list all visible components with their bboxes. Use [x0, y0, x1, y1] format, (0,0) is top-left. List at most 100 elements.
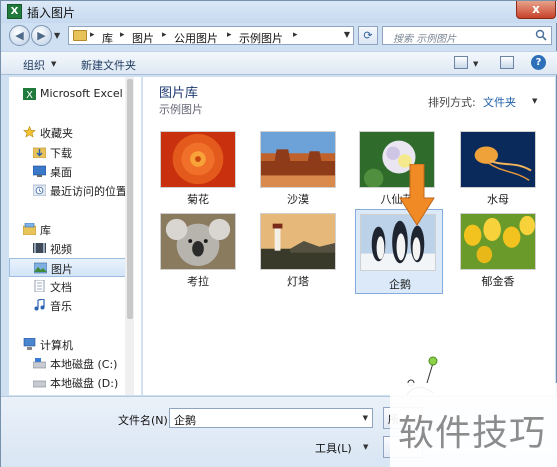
excel-icon: X	[23, 88, 36, 100]
music-icon	[34, 299, 45, 311]
folder-icon	[73, 30, 87, 41]
thumbnail-caption: 企鹅	[389, 278, 411, 291]
filename-value: 企鹅	[174, 414, 196, 427]
nav-item-downloads[interactable]: 下载	[9, 143, 127, 162]
nav-item-label: 下载	[50, 147, 72, 160]
tools-dropdown-icon[interactable]: ▼	[363, 443, 368, 451]
nav-item-label: 本地磁盘 (C:)	[50, 358, 118, 371]
drive-icon	[33, 358, 46, 369]
breadcrumb-item[interactable]: 库	[102, 30, 113, 46]
nav-item-recent-places[interactable]: 最近访问的位置	[9, 181, 127, 200]
thumbnail-caption: 灯塔	[287, 275, 309, 288]
organize-dropdown-icon[interactable]: ▼	[51, 60, 56, 68]
nav-item-label: 桌面	[50, 166, 72, 179]
library-title: 图片库	[159, 86, 199, 101]
thumbnail-tulips[interactable]: 郁金香	[458, 211, 538, 291]
close-button[interactable]: x	[516, 1, 556, 19]
breadcrumb[interactable]: ▸ 库 ▸ 图片 ▸ 公用图片 ▸ 示例图片 ▸ ▼	[68, 26, 354, 45]
window-title: 插入图片	[27, 6, 76, 20]
nav-item-label: 最近访问的位置	[50, 185, 127, 198]
tools-button[interactable]: 工具(L)	[315, 440, 352, 456]
refresh-button[interactable]: ⟳	[358, 26, 378, 45]
breadcrumb-separator-icon[interactable]: ▸	[120, 30, 125, 40]
view-dropdown-icon[interactable]: ▼	[473, 60, 478, 68]
search-input[interactable]: 搜索 示例图片	[382, 26, 552, 45]
nav-item-microsoft-excel[interactable]: X Microsoft Excel	[9, 85, 127, 104]
thumbnail-chrysanthemum[interactable]: 菊花	[158, 129, 238, 209]
library-subtitle: 示例图片	[159, 103, 203, 116]
thumbnail-koala[interactable]: 考拉	[158, 211, 238, 291]
back-button[interactable]: ◀	[9, 25, 30, 46]
address-row: ◀ ▶ ▼ ▸ 库 ▸ 图片 ▸ 公用图片 ▸ 示例图片 ▸ ▼ ⟳ 搜索 示例…	[1, 23, 557, 47]
arrange-dropdown-icon[interactable]: ▼	[532, 97, 537, 105]
tulips-image	[460, 213, 536, 270]
breadcrumb-separator-icon[interactable]: ▸	[227, 30, 232, 40]
thumbnail-caption: 水母	[487, 193, 509, 206]
breadcrumb-separator-icon[interactable]: ▸	[162, 30, 167, 40]
nav-item-desktop[interactable]: 桌面	[9, 162, 127, 181]
arrange-by-dropdown[interactable]: 文件夹	[483, 94, 516, 110]
breadcrumb-item[interactable]: 图片	[132, 30, 154, 46]
lighthouse-image	[260, 213, 336, 270]
desert-image	[260, 131, 336, 188]
svg-text:X: X	[26, 90, 33, 100]
computer-icon	[23, 338, 36, 350]
thumbnail-desert[interactable]: 沙漠	[258, 129, 338, 209]
thumbnail-caption: 郁金香	[481, 275, 515, 288]
picture-icon	[34, 262, 47, 274]
nav-item-label: 库	[40, 224, 51, 237]
chrysanthemum-image	[160, 131, 236, 188]
help-icon[interactable]: ?	[531, 55, 546, 70]
desktop-icon	[33, 165, 46, 177]
nav-item-local-disk-c[interactable]: 本地磁盘 (C:)	[9, 354, 127, 373]
filename-field[interactable]: 企鹅 ▼	[169, 408, 373, 428]
new-folder-button[interactable]: 新建文件夹	[81, 57, 136, 73]
thumbnail-caption: 考拉	[187, 275, 209, 288]
address-dropdown-icon[interactable]: ▼	[344, 30, 350, 39]
library-icon	[23, 223, 36, 235]
nav-item-computer[interactable]: 计算机	[9, 335, 127, 354]
filename-dropdown-icon[interactable]: ▼	[363, 414, 368, 422]
nav-item-libraries[interactable]: 库	[9, 220, 127, 239]
recent-places-icon	[33, 184, 46, 196]
jellyfish-image	[460, 131, 536, 188]
download-folder-icon	[33, 147, 46, 158]
nav-item-videos[interactable]: 视频	[9, 239, 127, 258]
breadcrumb-item[interactable]: 示例图片	[239, 30, 283, 46]
nav-item-pictures[interactable]: 图片	[9, 258, 127, 277]
nav-item-label: 收藏夹	[40, 127, 73, 140]
navigation-pane: X Microsoft Excel 收藏夹 下载 桌面 最近访问的位置 库 视频	[9, 77, 142, 395]
nav-item-label: 计算机	[40, 339, 73, 352]
nav-item-label: 本地磁盘 (D:)	[50, 377, 119, 390]
watermark-text: 软件技巧	[398, 413, 547, 454]
change-view-icon[interactable]	[454, 56, 468, 69]
recent-pages-dropdown-icon[interactable]: ▼	[54, 31, 60, 40]
koala-image	[160, 213, 236, 270]
forward-button[interactable]: ▶	[31, 25, 52, 46]
nav-item-label: 音乐	[50, 300, 72, 313]
nav-scrollbar-thumb[interactable]	[127, 79, 133, 319]
excel-icon: X	[7, 4, 22, 19]
insert-picture-dialog: X 插入图片 x ◀ ▶ ▼ ▸ 库 ▸ 图片 ▸ 公用图片 ▸ 示例图片 ▸ …	[0, 0, 557, 467]
thumbnail-jellyfish[interactable]: 水母	[458, 129, 538, 209]
nav-item-label: 图片	[51, 263, 73, 276]
nav-item-favorites[interactable]: 收藏夹	[9, 123, 127, 142]
nav-item-local-disk-d[interactable]: 本地磁盘 (D:)	[9, 373, 127, 392]
nav-item-documents[interactable]: 文档	[9, 277, 127, 296]
video-icon	[33, 243, 46, 253]
organize-button[interactable]: 组织	[23, 57, 45, 73]
breadcrumb-item[interactable]: 公用图片	[174, 30, 218, 46]
nav-item-music[interactable]: 音乐	[9, 296, 127, 315]
title-bar: X 插入图片 x	[1, 1, 557, 23]
breadcrumb-separator-icon[interactable]: ▸	[293, 30, 298, 40]
drive-icon	[33, 380, 46, 388]
thumbnail-lighthouse[interactable]: 灯塔	[258, 211, 338, 291]
preview-pane-icon[interactable]	[500, 56, 514, 69]
nav-item-label: 文档	[50, 281, 72, 294]
thumbnail-caption: 沙漠	[287, 193, 309, 206]
filename-label: 文件名(N):	[118, 414, 172, 427]
breadcrumb-separator-icon[interactable]: ▸	[90, 30, 95, 40]
thumbnail-caption: 菊花	[187, 193, 209, 206]
search-icon[interactable]	[535, 29, 547, 41]
star-icon	[23, 126, 36, 138]
